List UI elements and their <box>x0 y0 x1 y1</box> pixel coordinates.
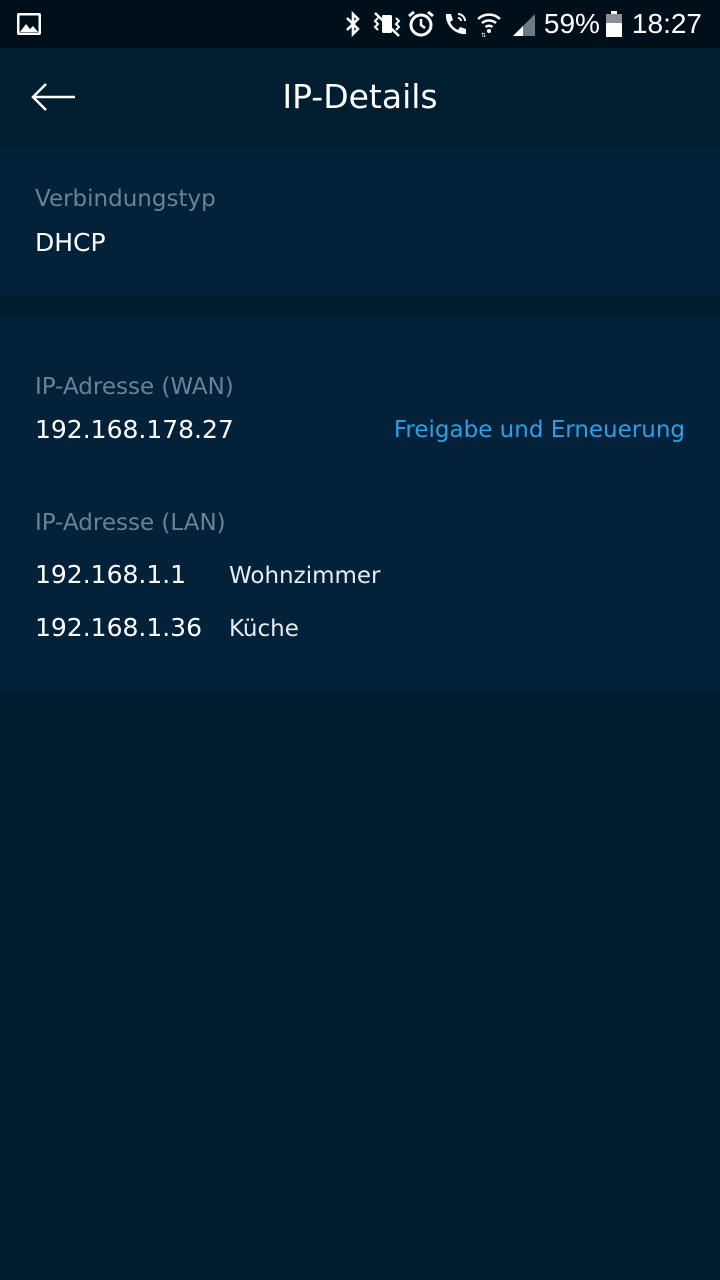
svg-text:⇅: ⇅ <box>481 32 486 38</box>
status-time: 18:27 <box>631 8 702 39</box>
wan-ip-label: IP-Adresse (WAN) <box>35 374 234 400</box>
lan-ip-value: 192.168.1.36 <box>35 613 202 642</box>
bluetooth-icon <box>338 9 368 39</box>
release-renew-link[interactable]: Freigabe und Erneuerung <box>394 417 685 443</box>
wifi-icon: ⇅ <box>474 9 504 39</box>
app-bar: IP-Details <box>0 48 720 146</box>
lan-ip-label: IP-Adresse (LAN) <box>35 510 226 536</box>
connection-type-value: DHCP <box>35 228 106 257</box>
signal-icon <box>508 9 538 39</box>
wifi-calling-icon <box>440 9 470 39</box>
lan-ip-value: 192.168.1.1 <box>35 560 187 589</box>
arrow-left-icon <box>31 83 75 111</box>
gallery-icon <box>16 12 42 36</box>
page-title: IP-Details <box>282 77 438 116</box>
back-button[interactable] <box>24 72 84 122</box>
wan-ip-value: 192.168.178.27 <box>35 415 234 444</box>
connection-type-label: Verbindungstyp <box>35 186 216 212</box>
battery-icon <box>605 11 622 37</box>
alarm-icon <box>406 9 436 39</box>
lan-node-name: Küche <box>229 616 299 642</box>
ip-addresses-card: IP-Adresse (WAN) 192.168.178.27 Freigabe… <box>0 318 720 692</box>
battery-percent: 59% <box>543 8 600 39</box>
lan-node-name: Wohnzimmer <box>229 563 381 589</box>
status-bar: ⇅ 59% 18:27 <box>0 0 720 48</box>
vibrate-icon <box>372 9 402 39</box>
connection-type-card: Verbindungstyp DHCP <box>0 146 720 296</box>
